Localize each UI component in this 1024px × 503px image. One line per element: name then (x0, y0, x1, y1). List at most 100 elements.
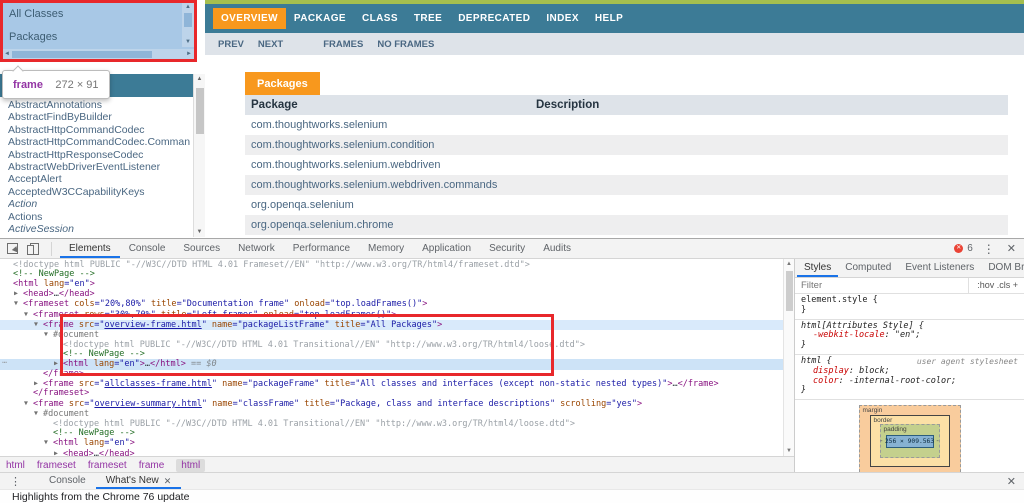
class-link[interactable]: AbstractAnnotations (8, 99, 190, 111)
css-property[interactable]: -webkit-locale: "en"; (801, 331, 1018, 341)
dom-tree-node[interactable]: ▼<frameset cols="20%,80%" title="Documen… (0, 299, 783, 309)
style-rule[interactable]: html[Attributes Style] {-webkit-locale: … (795, 320, 1024, 355)
dom-tree-node[interactable]: ▶<frame src="allclasses-frame.html" name… (0, 379, 783, 389)
scroll-down-icon[interactable]: ▼ (194, 227, 205, 237)
expand-arrow-icon[interactable]: ▶ (34, 379, 43, 388)
scroll-up-icon[interactable]: ▲ (182, 2, 194, 12)
dom-tree-scrollbar[interactable]: ▲ ▼ (783, 259, 794, 456)
nav-tab-overview[interactable]: OVERVIEW (213, 8, 286, 29)
class-link[interactable]: Actions (8, 211, 190, 223)
dom-tree-node[interactable]: ▼<frame src="overview-frame.html" name="… (0, 320, 783, 330)
devtools-tab-application[interactable]: Application (413, 239, 480, 258)
expand-arrow-icon[interactable]: ▶ (54, 359, 63, 368)
scroll-left-icon[interactable]: ◄ (4, 49, 10, 60)
dom-tree-node[interactable]: ▼<frame src="overview-summary.html" name… (0, 399, 783, 409)
nav-tab-help[interactable]: HELP (587, 8, 631, 29)
dom-tree-node[interactable]: ⋯▶<html lang="en">…</html> == $0 (0, 359, 783, 369)
expand-arrow-icon[interactable]: ▶ (54, 449, 63, 456)
breadcrumb-item-frame[interactable]: frame (139, 460, 165, 471)
scroll-up-icon[interactable]: ▲ (194, 74, 205, 84)
package-link[interactable]: com.thoughtworks.selenium.webdriven.comm… (251, 179, 497, 191)
styles-toggle-buttons[interactable]: :hov .cls + (968, 278, 1024, 293)
drawer-tab-what-s-new[interactable]: What's New✕ (96, 473, 182, 489)
sidebar-tab-dom-breakpoints[interactable]: DOM Breakpoints (981, 259, 1024, 277)
class-link[interactable]: AcceptAlert (8, 173, 190, 185)
class-link[interactable]: AbstractWebDriverEventListener (8, 161, 190, 173)
subnav-link-prev[interactable]: PREV (218, 39, 244, 50)
class-link[interactable]: AbstractFindByBuilder (8, 111, 190, 123)
class-link[interactable]: AbstractHttpCommandCodec.CommandSpec (8, 136, 190, 148)
scrollbar-thumb[interactable] (12, 51, 152, 58)
all-classes-link[interactable]: All Classes (9, 8, 63, 20)
devtools-tab-console[interactable]: Console (120, 239, 175, 258)
class-link[interactable]: AbstractHttpCommandCodec (8, 124, 190, 136)
expand-arrow-icon[interactable]: ▼ (44, 330, 53, 339)
style-rule[interactable]: html {user agent stylesheetdisplay: bloc… (795, 355, 1024, 400)
devtools-tab-network[interactable]: Network (229, 239, 284, 258)
dom-tree-node[interactable]: </frame> (0, 370, 783, 379)
devtools-tab-memory[interactable]: Memory (359, 239, 413, 258)
scroll-down-icon[interactable]: ▼ (784, 446, 794, 456)
dom-tree-node[interactable]: ▼<html lang="en"> (0, 438, 783, 448)
nav-tab-tree[interactable]: TREE (406, 8, 450, 29)
expand-arrow-icon[interactable]: ▼ (24, 310, 33, 319)
class-list-scrollbar[interactable]: ▲ ▼ (193, 74, 205, 237)
css-property[interactable]: color: -internal-root-color; (801, 377, 1018, 387)
package-link[interactable]: com.thoughtworks.selenium.condition (251, 139, 434, 151)
style-rule[interactable]: element.style {} (795, 294, 1024, 320)
expand-arrow-icon[interactable]: ▼ (24, 399, 33, 408)
dom-tree-node[interactable]: <html lang="en"> (0, 280, 783, 289)
nav-tab-class[interactable]: CLASS (354, 8, 406, 29)
expand-arrow-icon[interactable]: ▼ (34, 409, 43, 418)
class-link[interactable]: Action (8, 198, 190, 210)
close-tab-icon[interactable]: ✕ (164, 473, 172, 489)
class-link[interactable]: AbstractHttpResponseCodec (8, 149, 190, 161)
drawer-menu-icon[interactable]: ⋮ (10, 475, 21, 488)
device-toolbar-icon[interactable] (30, 243, 39, 255)
scroll-up-icon[interactable]: ▲ (784, 259, 794, 269)
class-link[interactable]: ActiveSession (8, 223, 190, 235)
devtools-tab-performance[interactable]: Performance (284, 239, 359, 258)
expand-arrow-icon[interactable]: ▶ (14, 289, 23, 298)
subnav-link-frames[interactable]: FRAMES (323, 39, 363, 50)
dom-tree-node[interactable]: ▶<head>…</head> (0, 289, 783, 299)
styles-filter-input[interactable] (801, 280, 968, 291)
nav-tab-index[interactable]: INDEX (538, 8, 587, 29)
breadcrumb-item-frameset[interactable]: frameset (88, 460, 127, 471)
sidebar-tab-event-listeners[interactable]: Event Listeners (898, 259, 981, 277)
scroll-right-icon[interactable]: ► (186, 49, 192, 60)
dom-tree-node[interactable]: <!-- NewPage --> (0, 350, 783, 359)
box-model-content[interactable]: 256 × 909.563 (886, 435, 934, 448)
devtools-close-icon[interactable]: ✕ (1007, 242, 1016, 255)
subnav-link-next[interactable]: NEXT (258, 39, 283, 50)
breadcrumb-item-html[interactable]: html (176, 459, 205, 472)
breadcrumb-item-html[interactable]: html (6, 460, 25, 471)
packages-link[interactable]: Packages (9, 31, 57, 43)
dom-tree-node[interactable]: <!doctype html PUBLIC "-//W3C//DTD HTML … (0, 261, 783, 270)
dom-tree-node[interactable]: ▶<head>…</head> (0, 449, 783, 456)
sidebar-tab-styles[interactable]: Styles (797, 259, 838, 277)
frame-vertical-scrollbar[interactable]: ▲ ▼ (182, 2, 194, 47)
devtools-tab-security[interactable]: Security (480, 239, 534, 258)
inspect-element-icon[interactable] (7, 243, 18, 254)
package-link[interactable]: com.thoughtworks.selenium (251, 119, 387, 131)
error-badge[interactable]: ✕ 6 (954, 243, 973, 254)
breadcrumb-item-frameset[interactable]: frameset (37, 460, 76, 471)
scrollbar-thumb[interactable] (184, 13, 192, 27)
nav-tab-deprecated[interactable]: DEPRECATED (450, 8, 538, 29)
scrollbar-thumb[interactable] (786, 271, 793, 311)
dom-tree-node[interactable]: ▼<frameset rows="30%,70%" title="Left fr… (0, 310, 783, 320)
devtools-menu-icon[interactable]: ⋮ (983, 242, 995, 256)
package-link[interactable]: org.openqa.selenium (251, 199, 354, 211)
box-model-margin[interactable]: margin border padding - 256 × 909.563 - (859, 405, 961, 472)
box-model-border[interactable]: border padding - 256 × 909.563 - (870, 415, 950, 467)
class-link[interactable]: AcceptedW3CCapabilityKeys (8, 186, 190, 198)
devtools-tab-elements[interactable]: Elements (60, 239, 120, 258)
sidebar-tab-computed[interactable]: Computed (838, 259, 898, 277)
devtools-tab-sources[interactable]: Sources (174, 239, 229, 258)
nav-tab-package[interactable]: PACKAGE (286, 8, 354, 29)
expand-arrow-icon[interactable]: ▼ (34, 320, 43, 329)
devtools-tab-audits[interactable]: Audits (534, 239, 580, 258)
box-model-padding[interactable]: padding - 256 × 909.563 - (880, 424, 940, 458)
dom-tree-node[interactable]: <!-- NewPage --> (0, 429, 783, 438)
